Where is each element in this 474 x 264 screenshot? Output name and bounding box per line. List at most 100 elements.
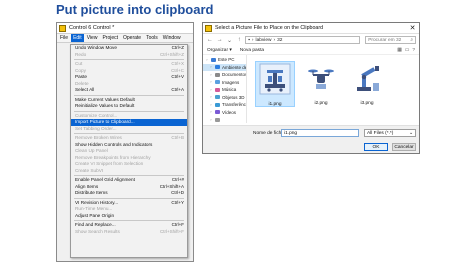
- folder-icon: [215, 102, 220, 107]
- machine-icon: [259, 62, 291, 101]
- labview-window: Control 6 Control * File Edit View Project O…: [56, 22, 194, 262]
- view-options-icon[interactable]: ▦: [397, 48, 402, 53]
- dialog-toolbar: Organizar ▾ Nova pasta ▦ ▭ ?: [203, 46, 419, 55]
- file-name: i2.png: [314, 101, 328, 106]
- file-name: i1.png: [268, 102, 282, 107]
- menu-operate[interactable]: Operate: [121, 34, 143, 42]
- menu-separator: [71, 94, 187, 97]
- menu-item: Show Search Results Ctrl+Shift+F: [71, 229, 187, 236]
- sidebar-item[interactable]: ›: [203, 116, 246, 124]
- sidebar-item[interactable]: › Música: [203, 86, 246, 94]
- chevron-down-icon: ⌄: [408, 131, 413, 136]
- forward-arrow-icon[interactable]: →: [216, 37, 224, 43]
- chevron-right-icon: ›: [210, 110, 212, 115]
- back-arrow-icon[interactable]: ←: [206, 37, 214, 43]
- sidebar-item-label: Ambiente de tra: [222, 64, 246, 70]
- chevron-right-icon: ›: [210, 87, 212, 92]
- menu-window[interactable]: Window: [161, 34, 183, 42]
- menu-separator: [71, 174, 187, 177]
- organize-button[interactable]: Organizar ▾: [207, 48, 232, 53]
- filename-input[interactable]: i1.png: [281, 129, 359, 137]
- file-name: i3.png: [360, 101, 374, 106]
- new-folder-button[interactable]: Nova pasta: [240, 48, 264, 53]
- dialog-title: Select a Picture File to Place on the Cl…: [215, 25, 324, 31]
- breadcrumb-separator: ›: [273, 37, 276, 43]
- chevron-right-icon: ›: [210, 80, 212, 85]
- folder-icon: [215, 72, 220, 77]
- sidebar-item-label: Objetos 3D: [222, 94, 245, 100]
- menu-item-label: Show Search Results: [75, 228, 120, 234]
- menu-separator: [71, 219, 187, 222]
- chevron-right-icon: ›: [206, 57, 208, 62]
- sidebar-item-label: Documentos: [222, 72, 246, 78]
- menu-item-shortcut: Ctrl+Shift+F: [159, 228, 184, 234]
- close-icon[interactable]: ✕: [408, 24, 417, 32]
- menu-item-shortcut: Ctrl+B: [171, 135, 184, 140]
- cancel-button[interactable]: Cancelar: [392, 143, 416, 151]
- file-item[interactable]: i2.png: [301, 61, 341, 107]
- folder-icon: [215, 65, 220, 70]
- labview-app-icon: [59, 24, 66, 32]
- sidebar-item-label: Este PC: [218, 57, 235, 63]
- sidebar-item[interactable]: › Imagens: [203, 79, 246, 87]
- file-item[interactable]: i3.png: [347, 61, 387, 107]
- dialog-footer: Nome de ficheiro: i1.png All Files (*.*)…: [203, 125, 419, 153]
- search-icon: ⌕: [410, 38, 414, 43]
- file-item[interactable]: i1.png: [255, 61, 295, 107]
- chevron-right-icon: ›: [210, 95, 212, 100]
- folder-icon: ▪: [248, 37, 250, 43]
- edit-menu-dropdown: Undo Window Move Ctrl+Z Redo Ctrl+Shift+Z Cu…: [70, 44, 188, 258]
- search-box[interactable]: Procurar em 32 ⌕: [365, 36, 417, 44]
- folder-icon: [215, 95, 220, 100]
- chevron-right-icon: ›: [210, 102, 212, 107]
- chevron-down-icon[interactable]: ⌄: [226, 37, 234, 44]
- labview-titlebar[interactable]: Control 6 Control *: [57, 23, 193, 34]
- sidebar-item-label: Imagens: [222, 79, 240, 85]
- chevron-right-icon: ›: [210, 117, 212, 122]
- menu-project[interactable]: Project: [100, 34, 120, 42]
- preview-pane-icon[interactable]: ▭: [405, 48, 410, 53]
- labview-menubar: File Edit View Project Operate Tools Window: [57, 34, 193, 43]
- breadcrumb-segment[interactable]: 32: [277, 38, 282, 43]
- menu-separator: [71, 110, 187, 113]
- breadcrumb-segment[interactable]: labview: [256, 38, 272, 43]
- dialog-navbar: ← → ⌄ ↑ ▪ › labview › 32 Procurar em 32 ⌕: [203, 34, 419, 46]
- menu-item-shortcut: Ctrl+V: [171, 74, 184, 79]
- filetype-select[interactable]: All Files (*.*) ⌄: [364, 129, 416, 137]
- slide-title: Put picture into clipboard: [56, 2, 214, 17]
- sidebar-item[interactable]: › Objetos 3D: [203, 94, 246, 102]
- dialog-titlebar[interactable]: Select a Picture File to Place on the Cl…: [203, 23, 419, 34]
- file-dialog: Select a Picture File to Place on the Cl…: [202, 22, 420, 154]
- dialog-app-icon: [205, 24, 212, 32]
- sidebar-item-label: Música: [222, 87, 237, 93]
- file-list: i1.png i2.png i3.png: [247, 55, 419, 123]
- menu-tools[interactable]: Tools: [144, 34, 160, 42]
- help-icon[interactable]: ?: [412, 48, 415, 53]
- folder-icon: [215, 80, 220, 85]
- sidebar-item-label: Transferências: [222, 102, 246, 108]
- chevron-right-icon: ›: [210, 65, 212, 70]
- menu-separator: [71, 132, 187, 135]
- sidebar-item[interactable]: › Documentos: [203, 71, 246, 79]
- menu-separator: [71, 58, 187, 61]
- breadcrumb-separator: ›: [251, 37, 254, 43]
- sidebar-item[interactable]: › Vídeos: [203, 109, 246, 117]
- folder-icon: [215, 110, 220, 115]
- up-arrow-icon[interactable]: ↑: [235, 37, 243, 43]
- sidebar-item[interactable]: › Este PC: [203, 56, 246, 64]
- chevron-right-icon: ›: [210, 72, 212, 77]
- drone-icon: [305, 61, 337, 100]
- sidebar-item[interactable]: › Ambiente de tra: [203, 63, 246, 71]
- address-bar[interactable]: ▪ › labview › 32: [245, 36, 361, 44]
- filetype-value: All Files (*.*): [367, 131, 394, 136]
- search-placeholder: Procurar em 32: [368, 37, 402, 43]
- ok-button[interactable]: OK: [364, 143, 388, 151]
- navigation-pane: › Este PC › Ambiente de tra › Documentos › Imag…: [203, 55, 247, 123]
- folder-icon: [211, 57, 216, 62]
- sidebar-item[interactable]: › Transferências: [203, 101, 246, 109]
- menu-item-shortcut: Ctrl+Y: [171, 199, 184, 205]
- menu-edit[interactable]: Edit: [71, 34, 84, 42]
- folder-icon: [215, 117, 220, 122]
- menu-file[interactable]: File: [58, 34, 70, 42]
- menu-view[interactable]: View: [85, 34, 100, 42]
